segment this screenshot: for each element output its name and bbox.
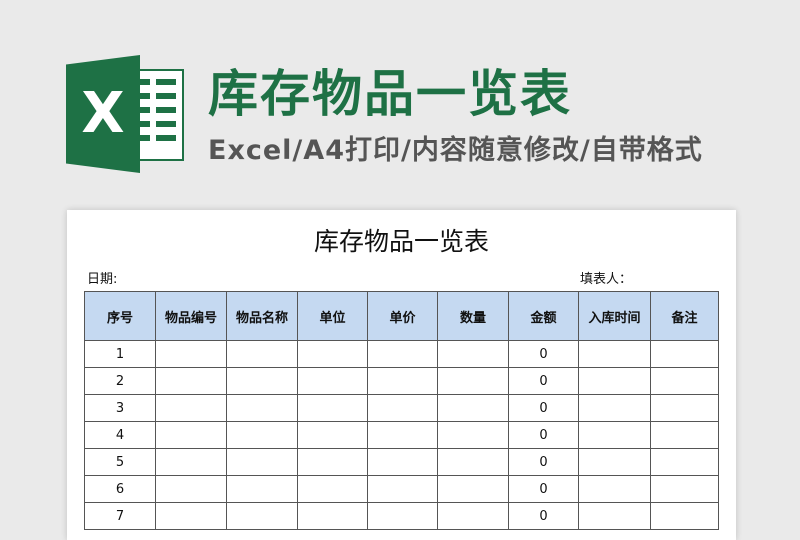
table-cell[interactable]: 7 [84,502,156,530]
table-cell[interactable] [437,502,509,530]
table-cell[interactable] [367,502,438,530]
column-header: 单价 [367,291,438,341]
table-cell[interactable] [367,367,438,395]
table-cell[interactable] [437,475,509,503]
table-cell[interactable] [155,421,227,449]
table-cell[interactable]: 6 [84,475,156,503]
table-row: 10 [84,340,719,368]
table-cell[interactable] [155,394,227,422]
table-cell[interactable] [650,448,719,476]
table-cell[interactable] [650,502,719,530]
table-cell[interactable] [155,340,227,368]
table-cell[interactable]: 0 [508,367,579,395]
table-cell[interactable] [155,502,227,530]
table-cell[interactable] [367,475,438,503]
table-cell[interactable] [297,394,368,422]
table-cell[interactable] [437,448,509,476]
table-cell[interactable] [226,394,298,422]
date-label: 日期: [87,272,118,287]
table-cell[interactable]: 1 [84,340,156,368]
table-cell[interactable] [367,421,438,449]
table-cell[interactable]: 0 [508,394,579,422]
column-header: 物品编号 [155,291,227,341]
spreadsheet-preview: 库存物品一览表 日期: 填表人： 序号 物品编号 物品名称 单位 单价 数量 金… [67,210,736,540]
table-cell[interactable] [367,394,438,422]
table-cell[interactable]: 5 [84,448,156,476]
table-cell[interactable] [155,367,227,395]
table-cell[interactable] [578,502,651,530]
column-header: 数量 [437,291,509,341]
column-header: 备注 [650,291,719,341]
table-cell[interactable] [297,421,368,449]
table-row: 30 [84,394,719,422]
table-cell[interactable] [437,394,509,422]
column-header: 序号 [84,291,156,341]
column-header: 单位 [297,291,368,341]
table-cell[interactable] [578,448,651,476]
table-cell[interactable] [578,421,651,449]
excel-logo-icon: X [66,55,194,173]
table-cell[interactable]: 2 [84,367,156,395]
table-cell[interactable] [226,340,298,368]
table-cell[interactable] [297,367,368,395]
table-cell[interactable] [226,421,298,449]
table-row: 50 [84,448,719,476]
table-row: 70 [84,502,719,530]
table-cell[interactable] [155,448,227,476]
column-header: 物品名称 [226,291,298,341]
table-cell[interactable] [578,475,651,503]
table-cell[interactable] [650,394,719,422]
table-cell[interactable]: 0 [508,475,579,503]
table-cell[interactable] [650,340,719,368]
table-cell[interactable] [650,367,719,395]
table-cell[interactable]: 0 [508,421,579,449]
table-cell[interactable]: 0 [508,448,579,476]
table-cell[interactable] [297,475,368,503]
column-header: 金额 [508,291,579,341]
table-cell[interactable] [367,448,438,476]
filler-label: 填表人： [580,272,633,287]
excel-logo-letter: X [81,81,125,146]
table-cell[interactable]: 0 [508,340,579,368]
table-cell[interactable]: 3 [84,394,156,422]
table-header-row: 序号 物品编号 物品名称 单位 单价 数量 金额 入库时间 备注 [84,291,719,341]
table-row: 60 [84,475,719,503]
table-cell[interactable] [578,394,651,422]
table-row: 20 [84,367,719,395]
table-cell[interactable] [226,448,298,476]
table-cell[interactable] [367,340,438,368]
table-cell[interactable] [437,340,509,368]
banner-subtitle: Excel/A4打印/内容随意修改/自带格式 [208,135,703,166]
table-cell[interactable] [650,475,719,503]
table-cell[interactable] [650,421,719,449]
table-cell[interactable] [226,502,298,530]
table-cell[interactable] [226,475,298,503]
table-cell[interactable] [578,340,651,368]
table-row: 40 [84,421,719,449]
table-cell[interactable] [297,340,368,368]
table-cell[interactable]: 4 [84,421,156,449]
table-cell[interactable] [437,367,509,395]
sheet-title: 库存物品一览表 [313,227,489,256]
table-cell[interactable] [297,502,368,530]
table-cell[interactable] [578,367,651,395]
table-cell[interactable] [226,367,298,395]
table-cell[interactable] [437,421,509,449]
table-cell[interactable]: 0 [508,502,579,530]
table-cell[interactable] [155,475,227,503]
table-cell[interactable] [297,448,368,476]
inventory-table: 序号 物品编号 物品名称 单位 单价 数量 金额 入库时间 备注 1020304… [84,291,719,530]
column-header: 入库时间 [578,291,651,341]
banner-title: 库存物品一览表 [208,65,572,123]
